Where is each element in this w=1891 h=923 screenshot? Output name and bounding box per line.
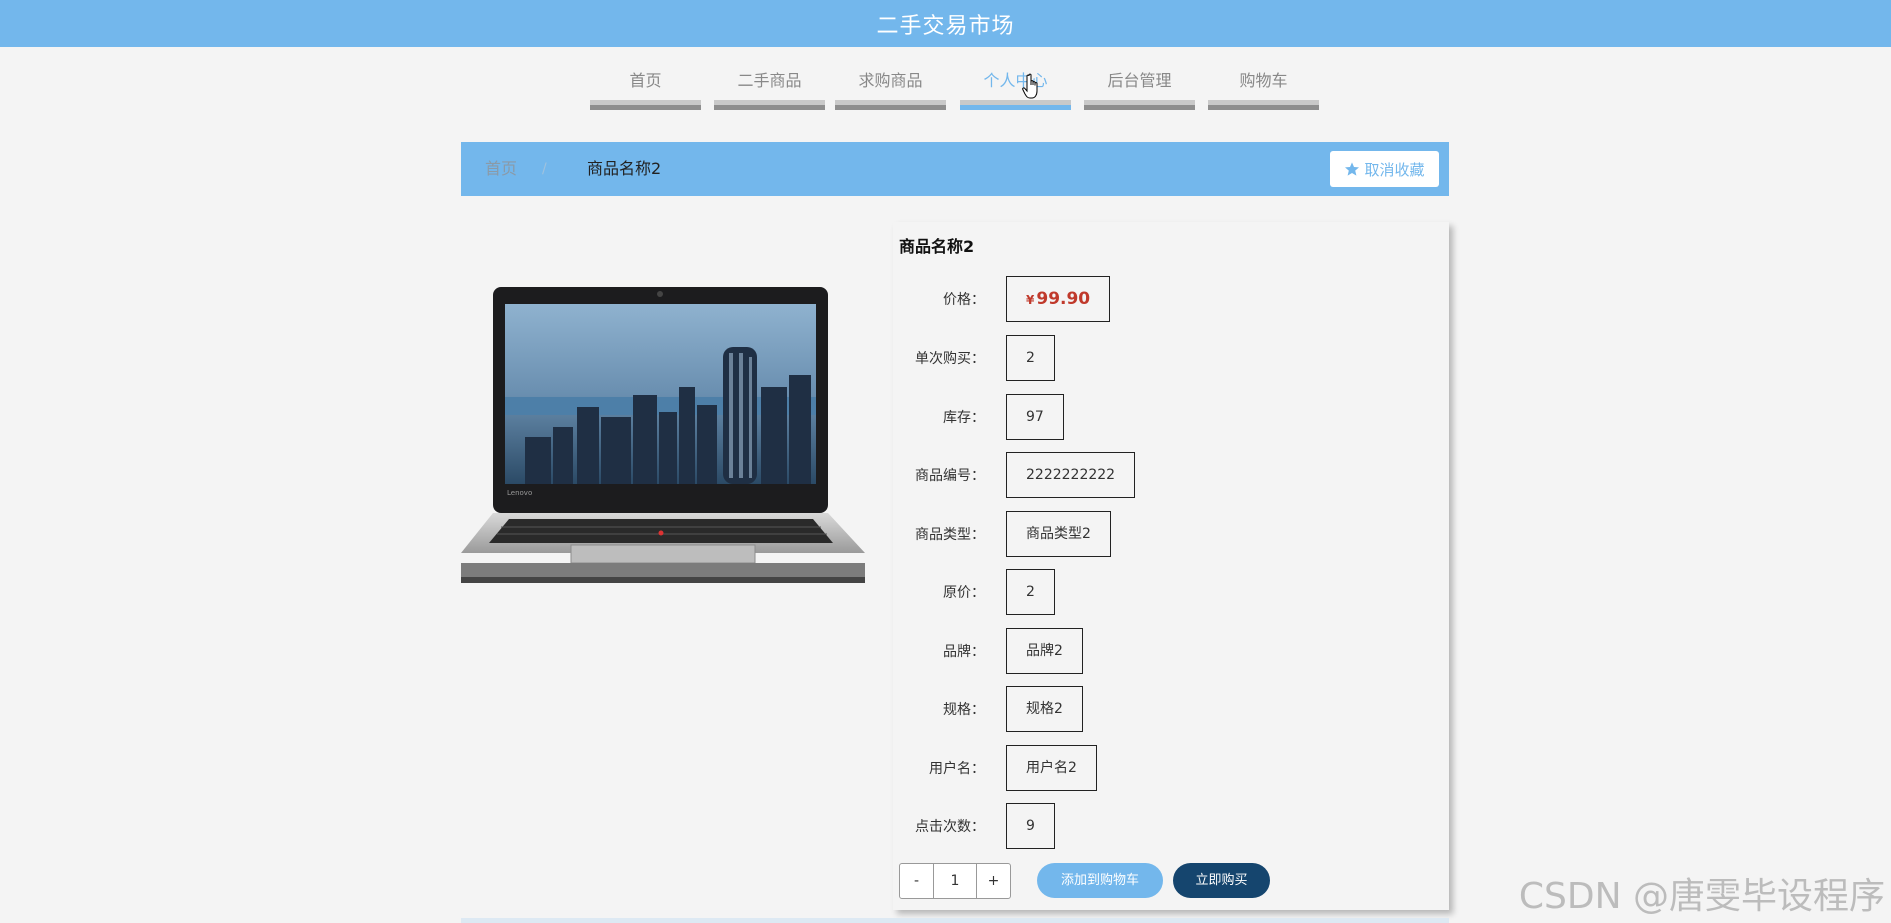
nav-item-home[interactable]: 首页 — [590, 63, 701, 110]
breadcrumb: 首页 / 商品名称2 取消收藏 — [461, 142, 1449, 196]
nav-item-wanted-goods[interactable]: 求购商品 — [835, 63, 946, 110]
field-label: 单次购买： — [915, 351, 985, 367]
top-header: 二手交易市场 — [0, 0, 1891, 47]
nav-underline — [960, 100, 1071, 110]
nav-item-admin[interactable]: 后台管理 — [1084, 63, 1195, 110]
field-label: 商品类型： — [915, 527, 985, 543]
watermark: CSDN @唐雯毕设程序 — [1518, 876, 1885, 917]
nav-item-second-hand-goods[interactable]: 二手商品 — [714, 63, 825, 110]
breadcrumb-separator: / — [542, 161, 547, 177]
nav-item-label: 求购商品 — [858, 71, 923, 90]
nav-item-label: 后台管理 — [1107, 71, 1172, 90]
site-title: 二手交易市场 — [876, 13, 1015, 39]
nav-item-label: 二手商品 — [737, 71, 802, 90]
nav-underline — [1084, 100, 1195, 110]
field-value: 2 — [1006, 569, 1055, 615]
field-value: 用户名2 — [1006, 745, 1097, 791]
field-label: 点击次数： — [915, 819, 985, 835]
nav-item-label: 首页 — [629, 71, 662, 90]
nav-underline — [835, 100, 946, 110]
price-value: ¥99.90 — [1006, 276, 1111, 322]
nav-underline — [714, 100, 825, 110]
field-value: 97 — [1006, 394, 1064, 440]
nav-item-personal-center[interactable]: 个人中心 — [960, 63, 1071, 110]
content-bottom-border — [461, 918, 1449, 923]
breadcrumb-home-link[interactable]: 首页 — [485, 142, 517, 196]
breadcrumb-current: 商品名称2 — [587, 159, 662, 178]
field-value: 2 — [1006, 335, 1055, 381]
buy-now-button[interactable]: 立即购买 — [1173, 863, 1270, 898]
quantity-increase-button[interactable]: + — [977, 864, 1010, 898]
field-value: 商品类型2 — [1006, 511, 1111, 557]
field-value: 品牌2 — [1006, 628, 1083, 674]
nav-underline — [590, 100, 701, 110]
field-value: 规格2 — [1006, 686, 1083, 732]
quantity-input[interactable] — [933, 864, 977, 898]
add-to-cart-button[interactable]: 添加到购物车 — [1037, 863, 1163, 898]
field-label: 价格： — [943, 292, 985, 308]
cancel-favorite-button[interactable]: 取消收藏 — [1330, 151, 1439, 187]
price-amount: 99.90 — [1036, 289, 1091, 309]
main-nav: 首页 二手商品 求购商品 个人中心 后台管理 购物车 — [0, 63, 1891, 113]
star-icon — [1344, 161, 1360, 177]
quantity-stepper: - + — [899, 863, 1011, 899]
field-label: 品牌： — [943, 644, 985, 660]
nav-item-label: 个人中心 — [983, 71, 1048, 90]
nav-underline — [1208, 100, 1319, 110]
cancel-favorite-label: 取消收藏 — [1364, 160, 1425, 179]
currency-symbol: ¥ — [1026, 293, 1035, 307]
field-value: 9 — [1006, 803, 1055, 849]
hand-cursor-icon — [1022, 73, 1038, 99]
field-label: 库存： — [943, 410, 985, 426]
nav-item-cart[interactable]: 购物车 — [1208, 63, 1319, 110]
field-label: 商品编号： — [915, 468, 985, 484]
field-value: 2222222222 — [1006, 452, 1136, 498]
field-label: 用户名： — [929, 761, 985, 777]
svg-text:Lenovo: Lenovo — [507, 489, 532, 497]
quantity-decrease-button[interactable]: - — [900, 864, 933, 898]
field-label: 规格： — [943, 702, 985, 718]
field-label: 原价： — [943, 585, 985, 601]
product-name: 商品名称2 — [899, 237, 975, 256]
nav-item-label: 购物车 — [1239, 71, 1288, 90]
